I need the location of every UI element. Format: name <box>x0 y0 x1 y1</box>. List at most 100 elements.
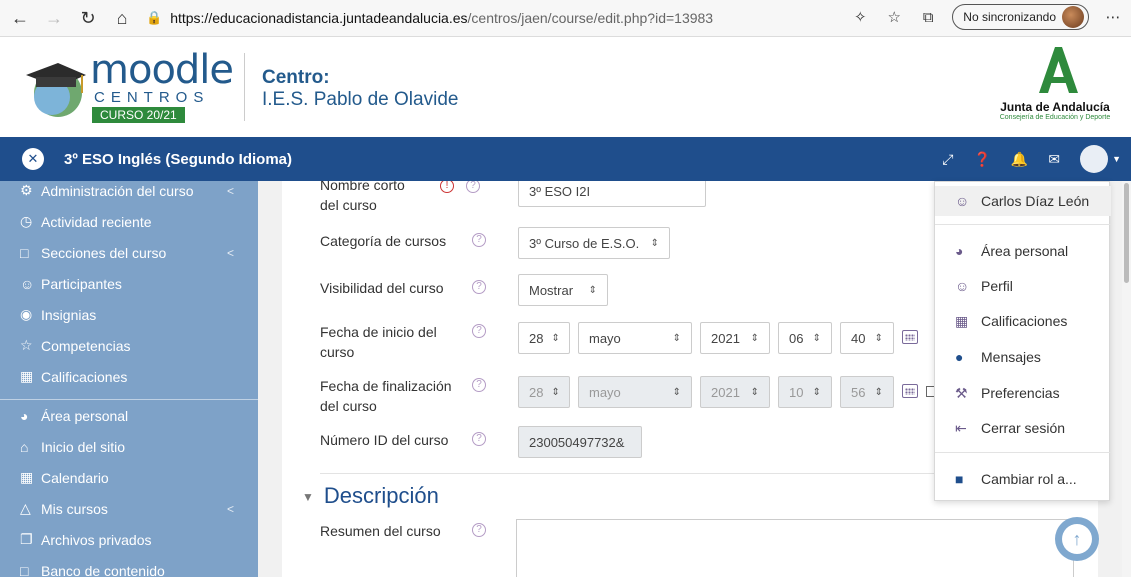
moodle-centros-logo[interactable]: moodle CENTROS CURSO 20/21 <box>22 47 234 123</box>
category-select[interactable]: 3º Curso de E.S.O. ⇕ <box>518 227 670 259</box>
table-icon: ▦ <box>20 368 34 384</box>
end-hour-select[interactable]: 10 ⇕ <box>778 376 832 408</box>
help-icon[interactable]: ? <box>472 432 486 446</box>
menu-item-perfil[interactable]: ☺ Perfil <box>935 271 1111 301</box>
calendar-icon: ▦ <box>20 469 34 485</box>
sidebar-item-label: Competencias <box>41 337 131 354</box>
menu-item-cerrar-sesion[interactable]: ⇤ Cerrar sesión <box>935 413 1111 443</box>
sidebar-item-label: Inicio del sitio <box>41 438 126 455</box>
end-minute-value: 56 <box>851 384 866 400</box>
reload-icon[interactable]: ↻ <box>74 4 102 32</box>
folder-icon: □ <box>20 244 29 261</box>
url-text: https://educacionadistancia.juntadeandal… <box>170 10 714 26</box>
sidebar-item-archivos[interactable]: ❐ Archivos privados <box>0 524 258 555</box>
course-title[interactable]: 3º ESO Inglés (Segundo Idioma) <box>64 151 292 168</box>
sidebar-item-banco[interactable]: □ Banco de contenido <box>0 555 258 577</box>
end-day-select[interactable]: 28 ⇕ <box>518 376 570 408</box>
sidebar-item-label: Archivos privados <box>41 531 152 548</box>
summary-editor[interactable] <box>516 519 1074 577</box>
caret-down-icon: ▼ <box>1112 154 1121 164</box>
user-menu-toggle[interactable]: ▼ <box>1080 145 1121 173</box>
select-arrows-icon: ⇕ <box>750 332 759 344</box>
sidebar-item-mis-cursos[interactable]: △ Mis cursos < <box>0 493 258 524</box>
page-scrollbar[interactable] <box>1122 181 1131 577</box>
logo-badge: CURSO 20/21 <box>92 107 185 123</box>
sidebar-item-inicio[interactable]: ⌂ Inicio del sitio <box>0 431 258 462</box>
start-year-select[interactable]: 2021 ⇕ <box>700 322 770 354</box>
favorites-icon[interactable]: ☆ <box>884 8 904 26</box>
help-icon[interactable]: ❓ <box>973 151 990 168</box>
home-icon: ⌂ <box>20 438 29 455</box>
start-month-select[interactable]: mayo ⇕ <box>578 322 692 354</box>
sidebar-item-participantes[interactable]: ☺ Participantes <box>0 268 258 299</box>
help-icon[interactable]: ? <box>472 233 486 247</box>
sidebar-item-calendario[interactable]: ▦ Calendario <box>0 462 258 493</box>
junta-logo[interactable]: Junta de Andalucía Consejería de Educaci… <box>990 47 1120 127</box>
sidebar-item-area-personal[interactable]: ◕ Área personal <box>0 400 258 431</box>
idnumber-input[interactable]: 230050497732& <box>518 426 642 458</box>
envelope-icon[interactable]: ✉ <box>1048 151 1060 168</box>
start-minute-select[interactable]: 40 ⇕ <box>840 322 894 354</box>
menu-item-cambiar-rol[interactable]: ■ Cambiar rol a... <box>935 464 1111 494</box>
sidebar-item-secciones[interactable]: □ Secciones del curso < <box>0 237 258 268</box>
start-year-value: 2021 <box>711 330 740 346</box>
logo-subtitle: CENTROS <box>94 89 210 106</box>
chevron-left-icon: < <box>226 245 234 260</box>
calendar-icon[interactable] <box>902 330 918 344</box>
help-icon[interactable]: ? <box>472 378 486 392</box>
profile-avatar <box>1062 6 1084 28</box>
menu-item-label: Perfil <box>981 278 1013 294</box>
help-icon[interactable]: ? <box>472 324 486 338</box>
help-icon[interactable]: ? <box>472 523 486 537</box>
sidebar-item-competencias[interactable]: ☆ Competencias <box>0 330 258 361</box>
forward-icon[interactable]: → <box>40 4 68 32</box>
sidebar-item-administracion[interactable]: ⚙ Administración del curso < <box>0 181 258 206</box>
back-to-top-button[interactable]: ↑ <box>1055 517 1099 561</box>
end-minute-select[interactable]: 56 ⇕ <box>840 376 894 408</box>
end-month-select[interactable]: mayo ⇕ <box>578 376 692 408</box>
collections-icon[interactable]: ⧉ <box>918 9 938 26</box>
description-section-toggle[interactable]: ▼ Descripción <box>302 483 439 509</box>
end-year-select[interactable]: 2021 ⇕ <box>700 376 770 408</box>
home-icon[interactable]: ⌂ <box>108 4 136 32</box>
visibility-select[interactable]: Mostrar ⇕ <box>518 274 608 306</box>
profile-sync-button[interactable]: No sincronizando <box>952 4 1089 30</box>
shortname-input[interactable]: 3º ESO I2I <box>518 181 706 207</box>
menu-divider <box>935 224 1111 225</box>
end-day-value: 28 <box>529 384 544 400</box>
select-arrows-icon: ⇕ <box>551 386 560 398</box>
star-icon: ☆ <box>20 337 33 353</box>
sidebar-item-label: Mis cursos <box>41 500 108 517</box>
lock-icon: 🔒 <box>146 10 163 25</box>
logo-word: moodle <box>90 47 234 93</box>
sidebar-item-calificaciones[interactable]: ▦ Calificaciones <box>0 361 258 392</box>
start-hour-select[interactable]: 06 ⇕ <box>778 322 832 354</box>
scrollbar-thumb[interactable] <box>1124 183 1129 283</box>
help-icon[interactable]: ? <box>466 181 480 193</box>
calendar-icon[interactable] <box>902 384 918 398</box>
menu-item-preferencias[interactable]: ⚒ Preferencias <box>935 378 1111 408</box>
menu-item-mensajes[interactable]: ● Mensajes <box>935 342 1111 372</box>
files-icon: ❐ <box>20 531 33 547</box>
chevron-left-icon: < <box>226 501 234 516</box>
close-drawer-icon[interactable]: ✕ <box>22 148 44 170</box>
read-aloud-icon[interactable]: ✧ <box>850 8 870 26</box>
help-icon[interactable]: ? <box>472 280 486 294</box>
startdate-label: Fecha de inicio del curso <box>320 324 437 360</box>
sidebar-item-actividad[interactable]: ◷ Actividad reciente <box>0 206 258 237</box>
dashboard-icon: ◕ <box>20 407 29 424</box>
caret-down-icon: ▼ <box>302 490 314 505</box>
sidebar-item-insignias[interactable]: ◉ Insignias <box>0 299 258 330</box>
address-bar[interactable]: 🔒 https://educacionadistancia.juntadeand… <box>146 4 713 32</box>
bell-icon[interactable]: 🔔 <box>1011 151 1028 168</box>
menu-item-calificaciones[interactable]: ▦ Calificaciones <box>935 306 1111 336</box>
expand-icon[interactable]: ⤢ <box>942 151 953 168</box>
menu-item-area-personal[interactable]: ◕ Área personal <box>935 236 1111 266</box>
start-day-select[interactable]: 28 ⇕ <box>518 322 570 354</box>
user-menu-profile-name[interactable]: ☺ Carlos Díaz León <box>935 186 1111 216</box>
centro-label: Centro: <box>262 67 330 88</box>
junta-title: Junta de Andalucía <box>1000 100 1110 114</box>
back-icon[interactable]: ← <box>6 4 34 32</box>
menu-item-label: Cambiar rol a... <box>981 471 1077 487</box>
more-icon[interactable]: ⋯ <box>1103 8 1123 26</box>
